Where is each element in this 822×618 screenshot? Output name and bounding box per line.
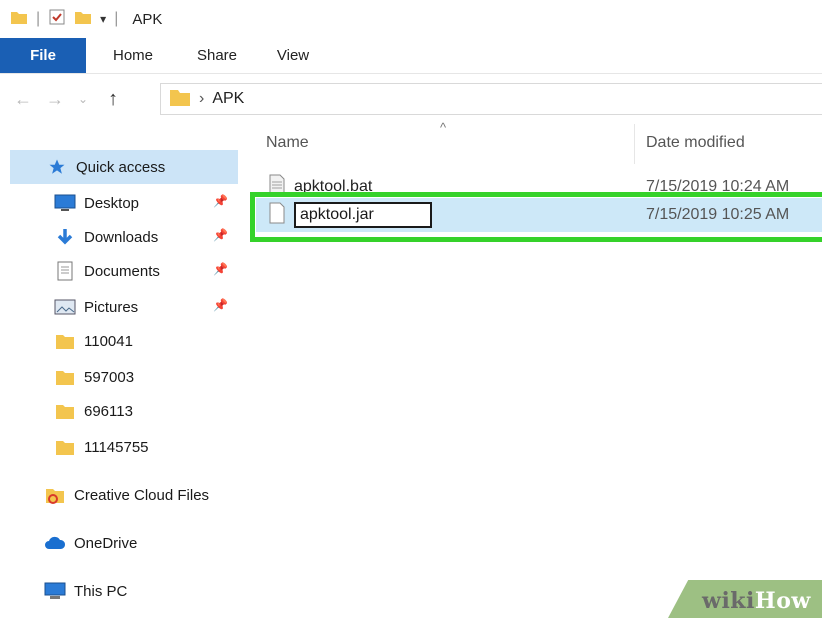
nav-item-onedrive[interactable]: OneDrive — [10, 526, 238, 560]
nav-item-folder[interactable]: 110041 — [10, 324, 238, 358]
navigation-pane: Quick access Desktop 📌 Downloads 📌 Docum… — [0, 124, 240, 618]
address-segment[interactable]: APK — [212, 90, 244, 108]
nav-item-desktop[interactable]: Desktop 📌 — [10, 186, 238, 220]
properties-icon[interactable] — [48, 8, 66, 31]
folder-icon — [169, 87, 191, 112]
nav-item-documents[interactable]: Documents 📌 — [10, 254, 238, 288]
column-header-name[interactable]: Name — [266, 134, 309, 152]
chevron-right-icon[interactable]: › — [199, 90, 204, 108]
cloud-icon — [44, 533, 66, 553]
forward-arrow-icon[interactable]: → — [46, 89, 64, 110]
recent-locations-icon[interactable]: ⌄ — [78, 92, 88, 106]
column-header-date-modified[interactable]: Date modified — [646, 134, 745, 152]
new-folder-icon[interactable] — [74, 8, 92, 31]
tab-home[interactable]: Home — [86, 38, 180, 73]
back-arrow-icon[interactable]: ← — [14, 89, 32, 110]
nav-item-label: Documents — [84, 262, 160, 280]
nav-item-folder[interactable]: 11145755 — [10, 430, 238, 464]
creative-cloud-icon — [44, 485, 66, 505]
up-arrow-icon[interactable]: ↑ — [108, 88, 118, 111]
nav-item-label: This PC — [74, 582, 128, 600]
highlight-box — [250, 192, 822, 242]
customize-toolbar-icon[interactable]: ▾ — [100, 12, 106, 26]
nav-item-folder[interactable]: 696113 — [10, 394, 238, 428]
nav-item-label: OneDrive — [74, 534, 138, 552]
folder-icon[interactable] — [10, 8, 28, 31]
nav-item-label: Downloads — [84, 228, 159, 246]
desktop-icon — [54, 193, 76, 213]
nav-item-pictures[interactable]: Pictures 📌 — [10, 290, 238, 324]
tab-file[interactable]: File — [0, 38, 86, 73]
nav-item-label: 696113 — [84, 402, 133, 420]
folder-icon — [54, 401, 76, 421]
window-title: APK — [132, 10, 163, 28]
pin-icon[interactable]: 📌 — [213, 228, 228, 242]
pin-icon[interactable]: 📌 — [213, 262, 228, 276]
computer-icon — [44, 581, 66, 601]
download-icon — [54, 227, 76, 247]
nav-item-downloads[interactable]: Downloads 📌 — [10, 220, 238, 254]
pin-icon[interactable]: 📌 — [213, 194, 228, 208]
nav-item-creative-cloud[interactable]: Creative Cloud Files — [10, 478, 238, 512]
address-bar[interactable]: › APK — [160, 83, 822, 115]
nav-item-label: Desktop — [84, 194, 140, 212]
documents-icon — [54, 261, 76, 281]
tab-share[interactable]: Share — [180, 38, 254, 73]
nav-item-label: Pictures — [84, 298, 139, 316]
title-bar: | ▾ | APK — [0, 0, 822, 38]
folder-icon — [54, 331, 76, 351]
ribbon-tabs: File Home Share View — [0, 38, 822, 74]
nav-item-label: Quick access — [76, 158, 166, 176]
nav-item-this-pc[interactable]: This PC — [10, 574, 238, 608]
nav-item-label: 110041 — [84, 332, 133, 350]
pin-icon[interactable]: 📌 — [213, 298, 228, 312]
sort-ascending-icon: ^ — [440, 120, 447, 135]
nav-item-label: 597003 — [84, 368, 135, 386]
nav-item-label: Creative Cloud Files — [74, 486, 210, 504]
wikihow-watermark: wikiHow — [702, 588, 811, 614]
address-toolbar: ← → ⌄ ↑ › APK — [0, 74, 822, 124]
folder-icon — [54, 437, 76, 457]
column-divider[interactable] — [634, 124, 635, 164]
pictures-icon — [54, 297, 76, 317]
nav-item-folder[interactable]: 597003 — [10, 360, 238, 394]
nav-item-label: 11145755 — [84, 438, 149, 456]
folder-icon — [54, 367, 76, 387]
tab-view[interactable]: View — [254, 38, 332, 73]
nav-item-quick-access[interactable]: Quick access — [10, 150, 238, 184]
star-icon — [46, 157, 68, 177]
